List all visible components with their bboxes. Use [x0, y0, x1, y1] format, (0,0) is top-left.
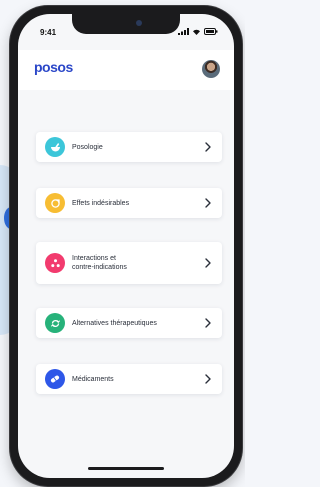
menu-item-posologie[interactable]: Posologie: [36, 132, 222, 162]
home-indicator[interactable]: [88, 467, 164, 470]
signal-icon: [178, 28, 189, 35]
menu-item-alternatives[interactable]: Alternatives thérapeutiques: [36, 308, 222, 338]
dots-icon: [45, 253, 65, 273]
capsule-icon: [45, 369, 65, 389]
status-icons: [178, 28, 218, 35]
wifi-icon: [193, 29, 200, 35]
menu-item-label: Posologie: [72, 143, 103, 151]
camera-icon: [136, 20, 142, 26]
pill-mortar-icon: [45, 137, 65, 157]
app-logo[interactable]: posos: [34, 59, 73, 75]
swap-icon: [45, 313, 65, 333]
chevron-right-icon: [205, 198, 211, 208]
stage: 9:41 posos Posologie Effets indésirables…: [0, 0, 245, 487]
menu-item-label: Alternatives thérapeutiques: [72, 319, 157, 327]
chevron-right-icon: [205, 318, 211, 328]
menu-item-label: Effets indésirables: [72, 199, 130, 207]
chevron-right-icon: [205, 258, 211, 268]
phone-screen: 9:41 posos Posologie Effets indésirables…: [18, 14, 234, 478]
chevron-right-icon: [205, 374, 211, 384]
menu-item-interactions[interactable]: Interactions et contre-indications: [36, 242, 222, 284]
menu-item-label: Médicaments: [72, 375, 114, 383]
battery-icon: [204, 28, 218, 35]
warning-arrow-icon: [45, 193, 65, 213]
user-avatar[interactable]: [202, 60, 220, 78]
notch: [72, 14, 180, 34]
menu-item-label: Interactions et contre-indications: [72, 255, 127, 271]
menu-item-medicaments[interactable]: Médicaments: [36, 364, 222, 394]
menu-item-effets[interactable]: Effets indésirables: [36, 188, 222, 218]
app-header: posos: [18, 50, 234, 90]
chevron-right-icon: [205, 142, 211, 152]
phone-frame: 9:41 posos Posologie Effets indésirables…: [10, 6, 242, 486]
status-time: 9:41: [40, 28, 57, 37]
